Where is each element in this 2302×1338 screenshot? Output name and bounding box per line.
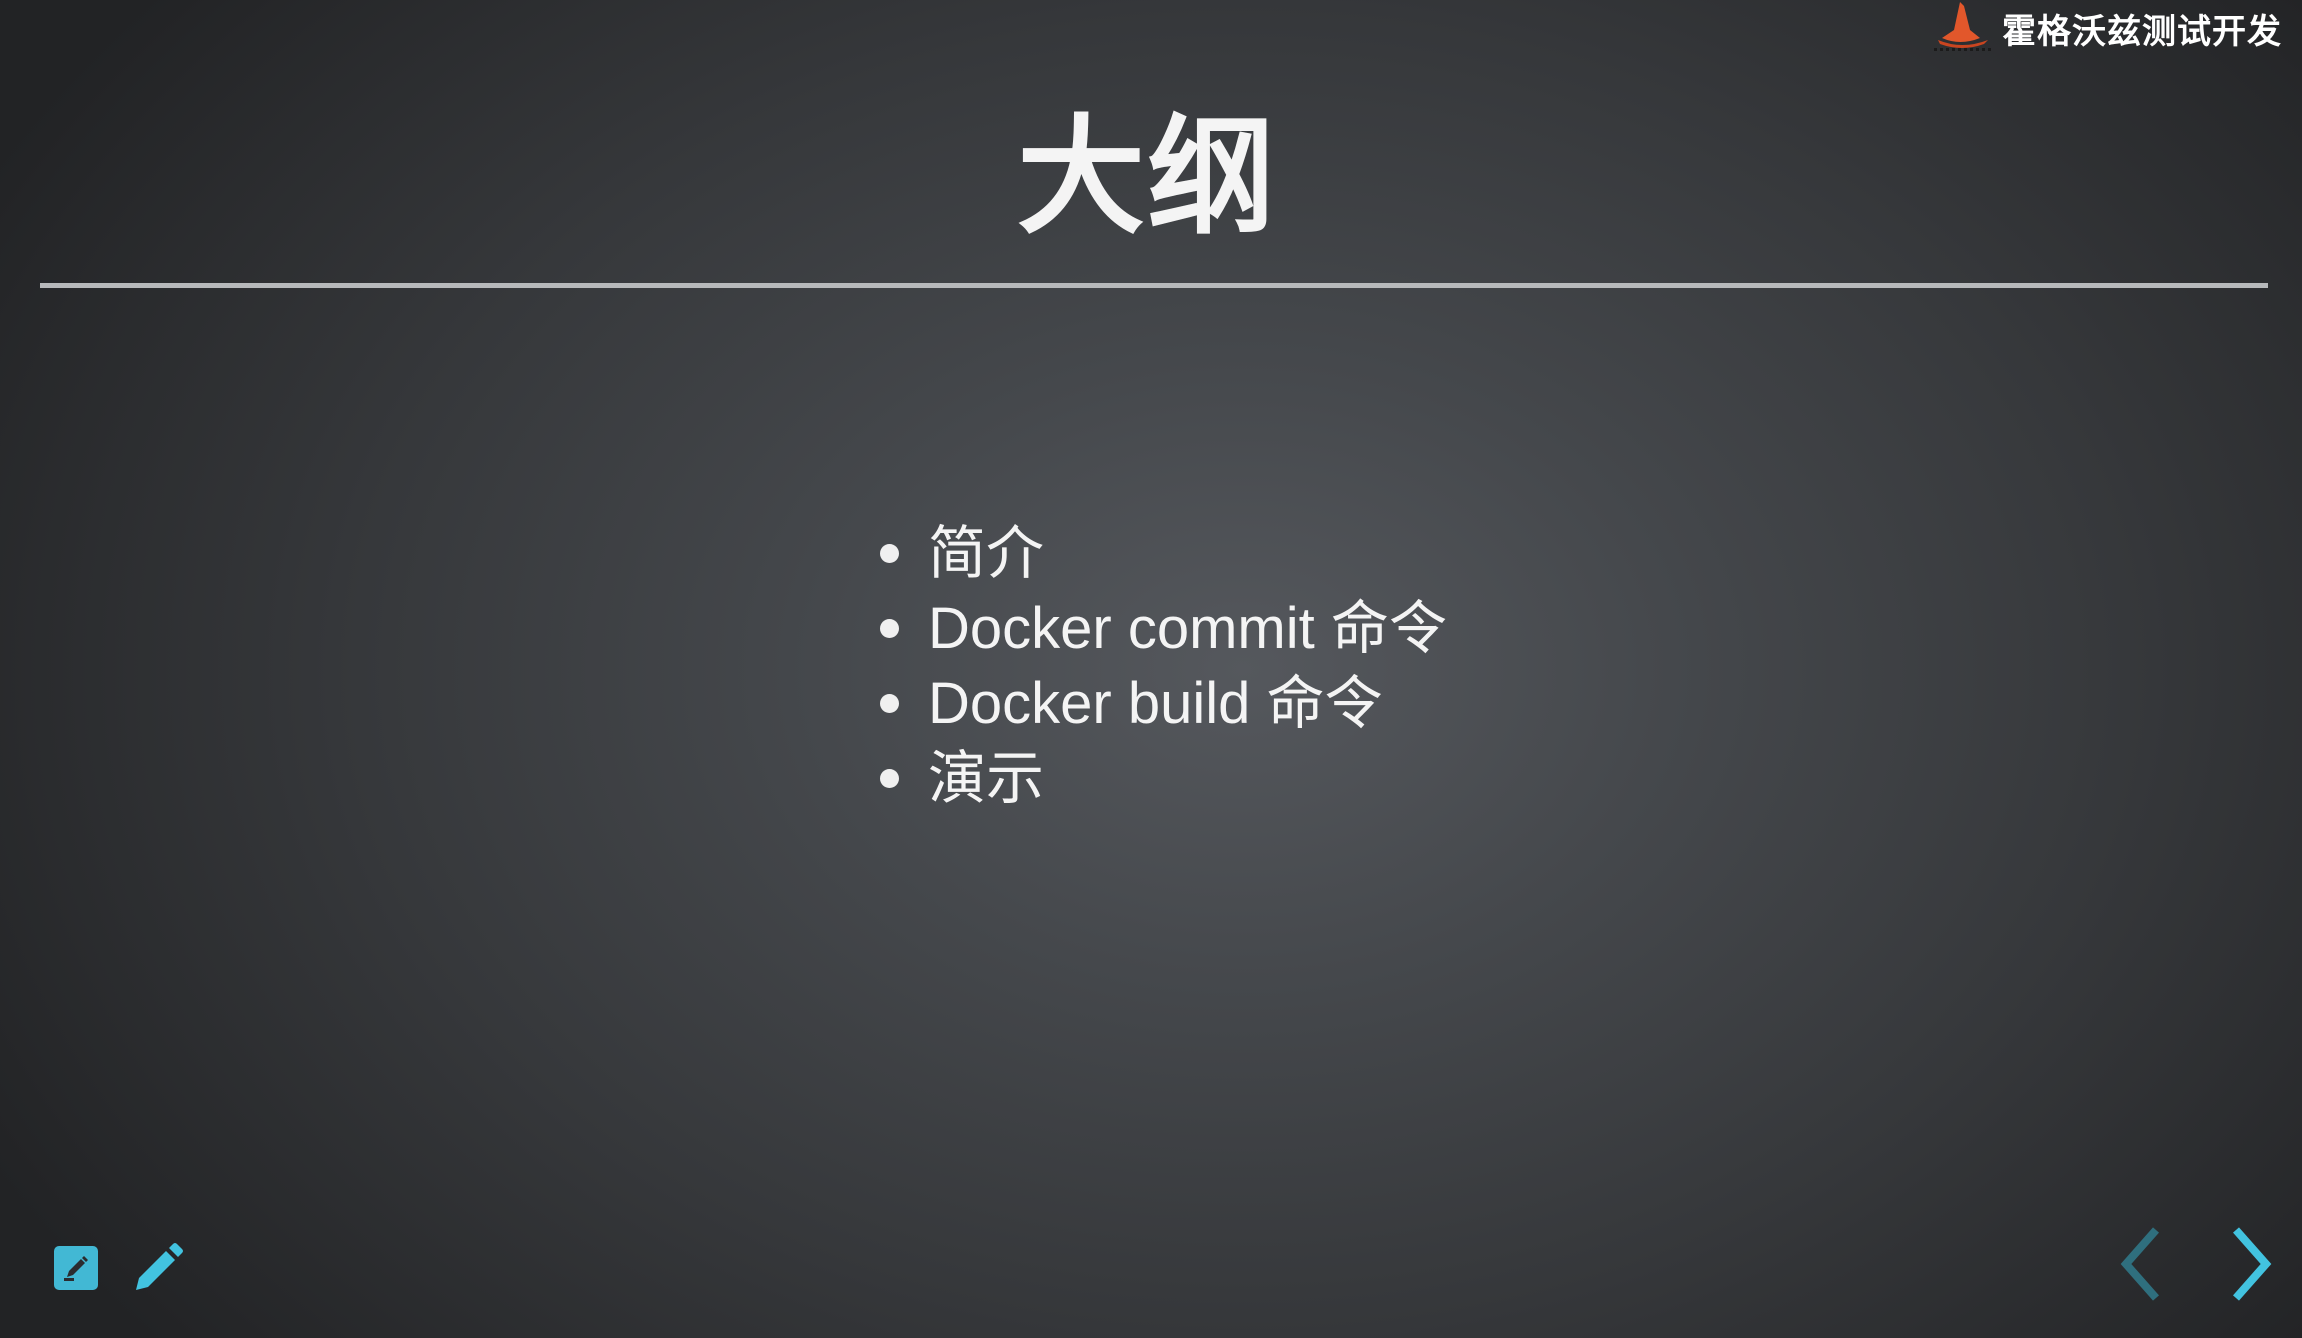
chevron-right-icon xyxy=(2233,1227,2272,1301)
presentation-slide: 霍格沃兹测试开发 大纲 简介 Docker commit 命令 Docker b… xyxy=(0,0,2302,1338)
list-item-label: Docker commit 命令 xyxy=(928,596,1447,661)
witch-hat-icon xyxy=(1930,0,1994,56)
brand-name: 霍格沃兹测试开发 xyxy=(2002,12,2282,51)
bullet-icon xyxy=(880,619,899,638)
bullet-icon xyxy=(880,694,899,713)
list-item: 简介 xyxy=(880,516,1447,591)
next-slide-button[interactable] xyxy=(2222,1222,2282,1306)
slide-title: 大纲 xyxy=(1016,106,1277,249)
list-item: Docker commit 命令 xyxy=(880,591,1447,666)
brand-logo: 霍格沃兹测试开发 xyxy=(1930,0,2282,56)
title-divider xyxy=(40,283,2268,288)
list-item: Docker build 命令 xyxy=(880,666,1447,741)
list-item-label: Docker build 命令 xyxy=(928,671,1383,736)
pencil-icon xyxy=(136,1243,183,1290)
notes-icon xyxy=(54,1246,98,1290)
previous-slide-button[interactable] xyxy=(2112,1222,2172,1306)
bullet-icon xyxy=(880,769,899,788)
list-item: 演示 xyxy=(880,741,1447,816)
bullet-icon xyxy=(880,544,899,563)
outline-list: 简介 Docker commit 命令 Docker build 命令 演示 xyxy=(880,516,1447,816)
chevron-left-icon xyxy=(2120,1227,2159,1301)
list-item-label: 简介 xyxy=(928,521,1045,586)
notes-button[interactable] xyxy=(52,1244,100,1292)
pen-button[interactable] xyxy=(130,1240,186,1296)
list-item-label: 演示 xyxy=(928,746,1045,811)
